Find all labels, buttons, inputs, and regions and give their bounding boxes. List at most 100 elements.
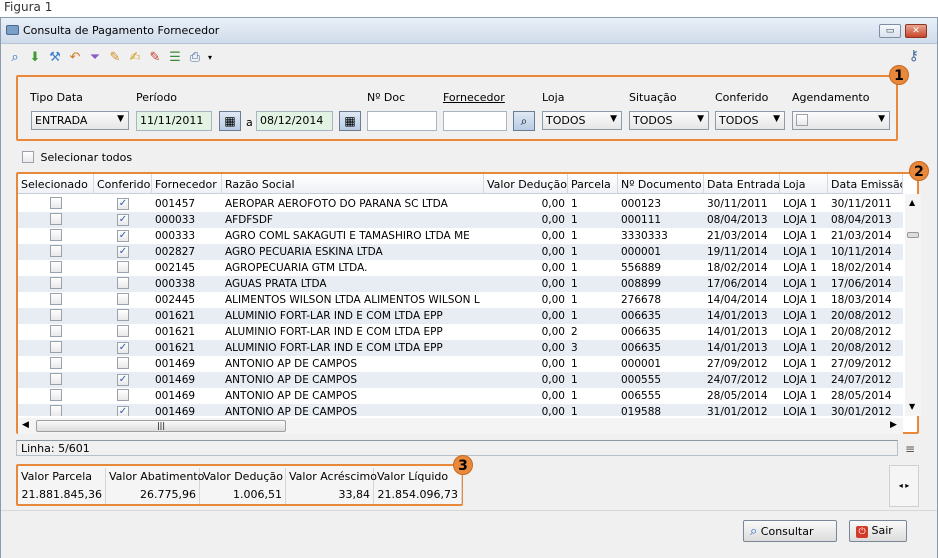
conferido-checkbox[interactable] — [117, 261, 129, 273]
tipo-data-select[interactable]: ENTRADA ▼ — [31, 111, 129, 130]
column-header[interactable]: Data Entrada — [704, 174, 780, 194]
agendamento-select[interactable]: ▼ — [792, 111, 890, 130]
column-header[interactable]: Selecionado — [18, 174, 94, 194]
totals-scroll[interactable]: ◂ ▸ — [889, 465, 919, 507]
loja-select[interactable]: TODOS ▼ — [542, 111, 622, 130]
conferido-checkbox[interactable]: ✓ — [117, 342, 129, 354]
column-header[interactable]: Parcela — [568, 174, 618, 194]
selecionado-checkbox[interactable] — [50, 261, 62, 273]
key-icon[interactable]: ⚷ — [909, 48, 919, 64]
table-row[interactable]: 001621 ALUMINIO FORT-LAR IND E COM LTDA E… — [18, 308, 903, 324]
periodo-start-input[interactable]: 11/11/2011 — [136, 111, 212, 131]
selecionado-checkbox[interactable] — [50, 357, 62, 369]
conferido-checkbox[interactable]: ✓ — [117, 374, 129, 386]
hscroll-thumb[interactable]: ||| — [36, 420, 286, 432]
table-row[interactable]: ✓ 000033 AFDFSDF 0,00 1 000111 08/04/2013 LOJA … — [18, 212, 903, 228]
scroll-down-icon[interactable]: ▼ — [909, 402, 915, 411]
table-row[interactable]: 001469 ANTONIO AP DE CAMPOS 0,00 1 000001 27/… — [18, 356, 903, 372]
stack-icon[interactable]: ☰ — [167, 50, 183, 66]
calendar-start-icon[interactable]: ▦ — [219, 111, 241, 131]
conferido-checkbox[interactable] — [117, 357, 129, 369]
column-header[interactable]: Data Emissão — [828, 174, 903, 194]
filter-icon[interactable]: ⏷ — [87, 50, 103, 66]
column-header[interactable]: Valor Dedução — [484, 174, 568, 194]
table-row[interactable]: ✓ 001457 AEROPAR AEROFOTO DO PARANA SC LTD… — [18, 196, 903, 212]
fornecedor-input[interactable] — [443, 111, 507, 131]
conferido-select[interactable]: TODOS ▼ — [715, 111, 785, 130]
search-icon[interactable]: ⌕ — [7, 50, 23, 66]
table-row[interactable]: ✓ 001469 ANTONIO AP DE CAMPOS 0,00 1 019588 31… — [18, 404, 903, 416]
calendar-end-icon[interactable]: ▦ — [339, 111, 361, 131]
table-row[interactable]: 002445 ALIMENTOS WILSON LTDA ALIMENTOS WI… — [18, 292, 903, 308]
n-doc-input[interactable] — [367, 111, 437, 131]
table-row[interactable]: ✓ 002827 AGRO PECUARIA ESKINA LTDA 0,00 1 000… — [18, 244, 903, 260]
scroll-left-icon[interactable]: ◀ — [22, 420, 29, 430]
selecionado-checkbox[interactable] — [50, 405, 62, 416]
tools-icon[interactable]: ⚒ — [47, 50, 63, 66]
selecionado-checkbox[interactable] — [50, 213, 62, 225]
scroll-right-icon[interactable]: ▶ — [890, 420, 897, 430]
selecionado-checkbox[interactable] — [50, 373, 62, 385]
parcela-cell: 1 — [571, 310, 578, 322]
restore-button[interactable]: ▭ — [879, 24, 901, 38]
edit-icon[interactable]: ✎ — [107, 50, 123, 66]
table-row[interactable]: 001621 ALUMINIO FORT-LAR IND E COM LTDA E… — [18, 324, 903, 340]
column-header[interactable]: Razão Social — [222, 174, 484, 194]
dropdown-icon[interactable]: ▾ — [205, 50, 215, 66]
edit-note-icon[interactable]: ✍ — [127, 50, 143, 66]
selecionado-checkbox[interactable] — [50, 293, 62, 305]
horizontal-scrollbar[interactable]: ◀ ||| ▶ — [18, 418, 903, 434]
periodo-end-input[interactable]: 08/12/2014 — [256, 111, 333, 131]
totals-value: 33,84 — [286, 486, 374, 504]
close-button[interactable]: ✕ — [905, 24, 927, 38]
vertical-scrollbar[interactable]: ▲ ▼ — [905, 194, 921, 416]
table-row[interactable]: ✓ 000333 AGRO COML SAKAGUTI E TAMASHIRO LT… — [18, 228, 903, 244]
conferido-checkbox[interactable]: ✓ — [117, 246, 129, 258]
scroll-up-icon[interactable]: ▲ — [909, 198, 915, 207]
table-row[interactable]: ✓ 001469 ANTONIO AP DE CAMPOS 0,00 1 000555 24… — [18, 372, 903, 388]
conferido-checkbox[interactable]: ✓ — [117, 198, 129, 210]
print-icon[interactable]: ⎙ — [187, 50, 203, 66]
column-header[interactable]: Nº Documento — [618, 174, 704, 194]
search-fornecedor-icon[interactable]: ⌕ — [513, 111, 535, 131]
situacao-select[interactable]: TODOS ▼ — [629, 111, 709, 130]
agendamento-checkbox[interactable] — [796, 114, 808, 126]
parcela-cell: 1 — [571, 262, 578, 274]
conferido-checkbox[interactable] — [117, 389, 129, 401]
table-row[interactable]: 001469 ANTONIO AP DE CAMPOS 0,00 1 006555 28/… — [18, 388, 903, 404]
selecionado-checkbox[interactable] — [50, 309, 62, 321]
conferido-checkbox[interactable] — [117, 309, 129, 321]
select-all[interactable]: Selecionar todos — [22, 151, 132, 166]
column-header[interactable]: Fornecedor — [152, 174, 222, 194]
edit-red-icon[interactable]: ✎ — [147, 50, 163, 66]
selecionado-checkbox[interactable] — [50, 389, 62, 401]
scroll-thumb[interactable] — [907, 232, 919, 238]
numero-documento-cell: 556889 — [621, 262, 662, 274]
selecionado-checkbox[interactable] — [50, 197, 62, 209]
select-all-checkbox[interactable] — [22, 151, 34, 163]
conferido-checkbox[interactable] — [117, 325, 129, 337]
undo-icon[interactable]: ↶ — [67, 50, 83, 66]
valor-deducao-cell: 0,00 — [541, 374, 565, 386]
consultar-button[interactable]: ⌕ Consultar — [743, 520, 837, 542]
selecionado-checkbox[interactable] — [50, 229, 62, 241]
table-row[interactable]: 002145 AGROPECUARIA GTM LTDA. 0,00 1 556889 1… — [18, 260, 903, 276]
conferido-checkbox[interactable]: ✓ — [117, 230, 129, 242]
table-row[interactable]: 000338 AGUAS PRATA LTDA 0,00 1 008899 17/06/2… — [18, 276, 903, 292]
conferido-checkbox[interactable]: ✓ — [117, 214, 129, 226]
column-header[interactable]: Conferido — [94, 174, 152, 194]
selecionado-checkbox[interactable] — [50, 325, 62, 337]
loja-cell: LOJA 1 — [783, 406, 817, 416]
selecionado-checkbox[interactable] — [50, 277, 62, 289]
conferido-checkbox[interactable] — [117, 293, 129, 305]
conferido-checkbox[interactable]: ✓ — [117, 406, 129, 416]
fornecedor-label[interactable]: Fornecedor — [443, 91, 505, 104]
menu-lines-icon[interactable]: ≡ — [905, 442, 915, 456]
selecionado-checkbox[interactable] — [50, 245, 62, 257]
conferido-checkbox[interactable] — [117, 277, 129, 289]
column-header[interactable]: Loja — [780, 174, 828, 194]
arrow-down-icon[interactable]: ⬇ — [27, 50, 43, 66]
table-row[interactable]: ✓ 001621 ALUMINIO FORT-LAR IND E COM LTDA … — [18, 340, 903, 356]
selecionado-checkbox[interactable] — [50, 341, 62, 353]
sair-button[interactable]: ⏻ Sair — [849, 520, 907, 542]
